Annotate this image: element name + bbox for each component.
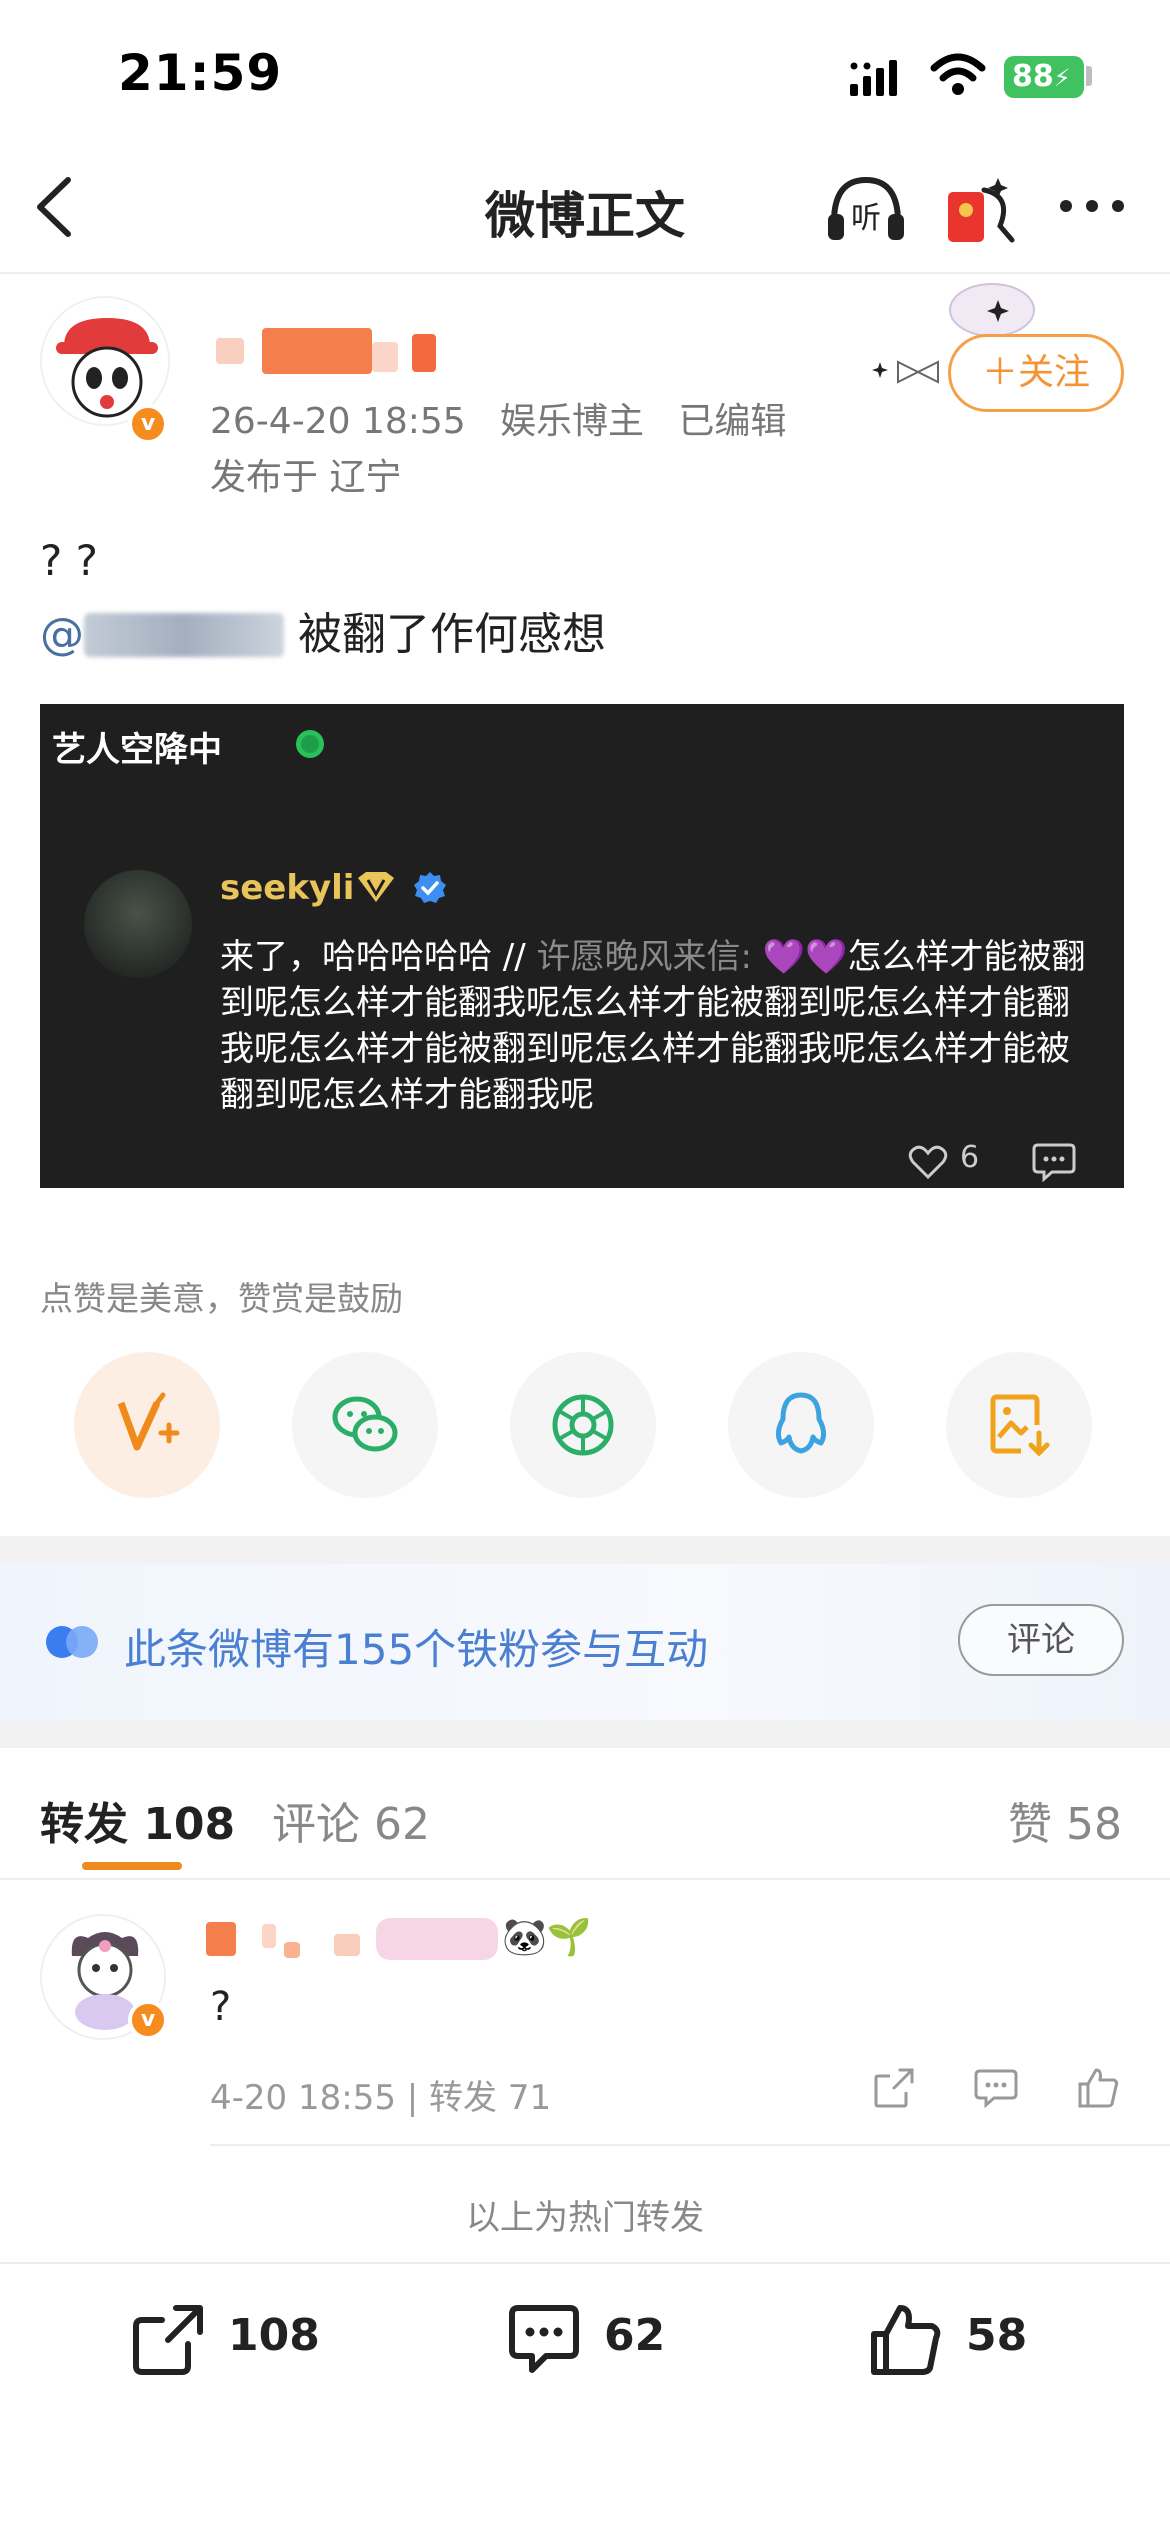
repost-divider — [210, 2144, 1170, 2146]
post-date: 26-4-20 18:55 — [210, 401, 466, 442]
reward-button[interactable] — [74, 1352, 220, 1498]
fans-comment-button[interactable]: 评论 — [958, 1604, 1124, 1676]
embed-like-count: 6 — [960, 1140, 980, 1175]
embed-user-name: seekyli — [220, 868, 355, 908]
repost-name-redacted — [376, 1918, 498, 1960]
heart-icon — [908, 1145, 948, 1180]
wechat-icon — [332, 1396, 398, 1452]
author-name-redacted — [262, 328, 372, 374]
tab-comment[interactable]: 评论 62 — [272, 1788, 430, 1852]
bottom-bar-divider — [0, 2262, 1170, 2264]
moments-icon — [552, 1394, 614, 1456]
tab-like[interactable]: 赞 58 — [1008, 1788, 1122, 1852]
repost-name-redacted — [262, 1924, 276, 1948]
tab-repost[interactable]: 转发 108 — [40, 1788, 235, 1852]
battery-tip — [1086, 66, 1092, 86]
repost-comment-icon[interactable] — [974, 2066, 1018, 2110]
like-icon — [871, 2305, 941, 2375]
repost-name-redacted — [334, 1934, 360, 1956]
comment-icon — [1032, 1143, 1076, 1182]
post-text-line2: @ 被翻了作何感想 — [40, 598, 606, 662]
embed-live-label: 艺人空降中 — [52, 730, 222, 770]
repost-name-redacted[interactable] — [206, 1922, 236, 1956]
live-dot-icon — [296, 730, 324, 758]
mention-link[interactable]: @ — [40, 609, 284, 660]
post-location: 发布于 辽宁 — [210, 457, 402, 498]
fans-icon — [46, 1626, 98, 1658]
post-meta: 26-4-20 18:55 娱乐博主 已编辑 — [210, 392, 786, 444]
author-name-redacted[interactable] — [216, 338, 244, 364]
section-separator — [0, 1720, 1170, 1748]
share-qq-button[interactable] — [728, 1352, 874, 1498]
verified-badge: v — [128, 404, 168, 444]
save-image-button[interactable] — [946, 1352, 1092, 1498]
hot-repost-note: 以上为热门转发 — [466, 2198, 704, 2238]
vip-diamond-icon — [358, 872, 394, 902]
author-tag: 娱乐博主 — [500, 401, 645, 442]
fans-interaction-text: 此条微博有155个铁粉参与互动 — [124, 1625, 709, 1674]
embed-comment-text: 来了，哈哈哈哈哈 // 许愿晚风来信: 💜💜怎么样才能被翻到呢怎么样才能翻我呢怎… — [220, 937, 1086, 1115]
reward-prompt: 点赞是美意，赞赏是鼓励 — [40, 1279, 403, 1318]
wifi-icon — [930, 53, 986, 95]
repost-meta: 4-20 18:55 | 转发 71 — [210, 2078, 552, 2118]
bottom-repost-count: 108 — [228, 2310, 320, 2361]
more-icon[interactable] — [1056, 196, 1128, 216]
reward-icon — [117, 1392, 180, 1451]
verified-badge: v — [128, 2000, 168, 2040]
share-wechat-button[interactable] — [292, 1352, 438, 1498]
share-moments-button[interactable] — [510, 1352, 656, 1498]
repost-text: ? — [210, 1984, 232, 2030]
section-separator — [0, 1536, 1170, 1564]
save-image-icon — [990, 1394, 1050, 1457]
bottom-like-count: 58 — [966, 2310, 1028, 2361]
repost-name-emoji: 🐼🌱 — [502, 1917, 592, 1958]
bottom-comment-button[interactable]: 62 — [506, 2296, 706, 2386]
verified-icon — [414, 872, 446, 903]
author-name-redacted — [372, 342, 398, 372]
svg-text:听: 听 — [851, 201, 881, 236]
post-text-line1: ? ? — [40, 536, 98, 585]
edited-label[interactable]: 已编辑 — [678, 401, 786, 442]
nav-divider — [0, 272, 1170, 274]
bottom-repost-button[interactable]: 108 — [130, 2296, 330, 2386]
bottom-like-button[interactable]: 58 — [868, 2296, 1068, 2386]
status-time: 21:59 — [118, 44, 283, 102]
author-name-redacted — [412, 334, 436, 372]
battery-indicator: 88⚡ — [1004, 56, 1084, 98]
bottom-comment-count: 62 — [604, 2310, 666, 2361]
cellular-signal-icon — [850, 60, 897, 96]
qq-icon — [775, 1392, 827, 1454]
comment-icon — [509, 2305, 579, 2373]
listen-icon[interactable]: 听 — [824, 172, 908, 244]
repost-name-redacted — [284, 1942, 300, 1958]
red-packet-icon[interactable] — [944, 170, 1016, 246]
repost-icon — [133, 2305, 203, 2375]
embed-user-avatar — [84, 870, 192, 978]
repost-share-icon[interactable] — [872, 2066, 916, 2110]
mention-name-redacted — [84, 613, 284, 657]
repost-like-icon[interactable] — [1076, 2066, 1120, 2110]
follow-button[interactable]: ＋关注 — [948, 334, 1124, 412]
post-text-suffix: 被翻了作何感想 — [298, 609, 606, 660]
active-tab-indicator — [82, 1862, 182, 1870]
tab-divider — [0, 1878, 1170, 1880]
